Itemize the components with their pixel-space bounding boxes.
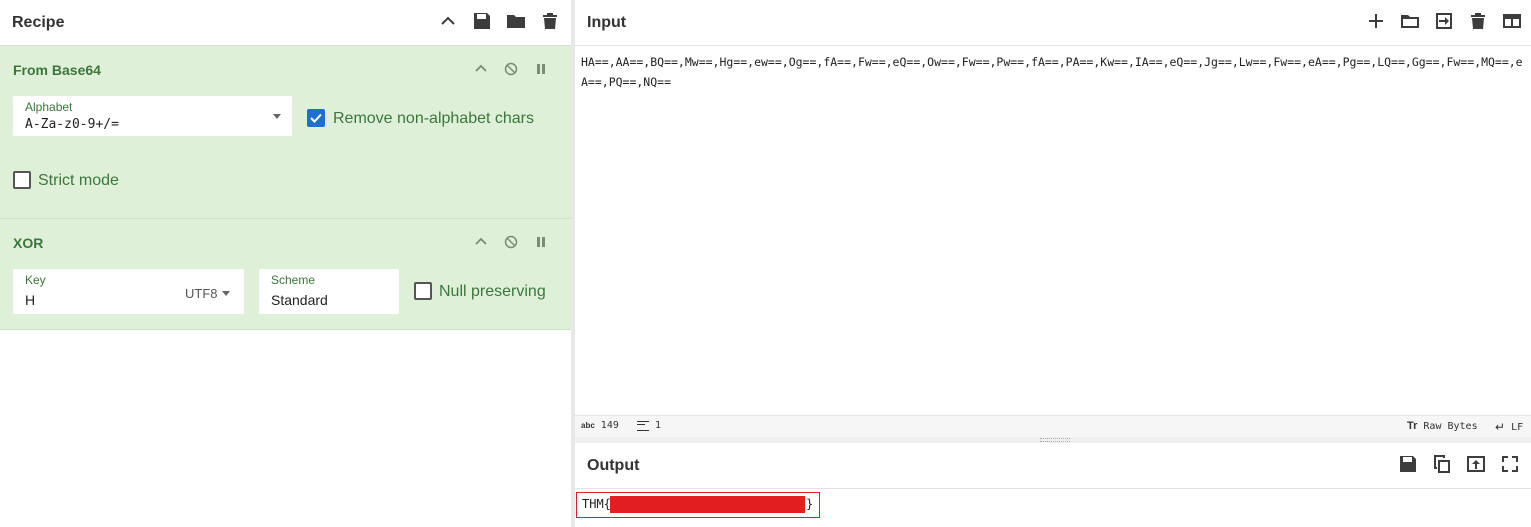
chevron-down-icon[interactable] [222, 291, 230, 296]
input-lines: 1 [655, 420, 662, 431]
scheme-field[interactable]: Scheme Standard [259, 269, 399, 314]
operation-xor[interactable]: XOR Key H UTF8 Scheme Standard Null pres… [0, 219, 571, 330]
key-value: H [25, 292, 36, 308]
disable-icon[interactable] [503, 61, 519, 77]
input-title: Input [587, 14, 627, 31]
key-field[interactable]: Key H UTF8 [13, 269, 244, 314]
output-header: Output [575, 443, 1531, 489]
import-icon[interactable] [1433, 10, 1455, 32]
disable-icon[interactable] [503, 234, 519, 250]
chevron-down-icon[interactable] [273, 114, 281, 119]
output-textarea[interactable]: THM{ } [576, 492, 820, 518]
operation-from-base64[interactable]: From Base64 Alphabet A-Za-z0-9+/= Remove… [0, 46, 571, 219]
pause-icon[interactable] [533, 234, 549, 250]
input-textarea[interactable]: HA==,AA==,BQ==,Mw==,Hg==,ew==,Og==,fA==,… [581, 52, 1525, 92]
key-label: Key [25, 273, 46, 287]
strict-mode-checkbox[interactable] [13, 171, 31, 189]
eol-button[interactable]: ↵ LF [1495, 420, 1523, 434]
recipe-pane: Recipe From Base64 Alphabet A-Za-z0-9+/=… [0, 0, 571, 527]
null-preserving-label: Null preserving [439, 283, 546, 300]
input-length: 149 [600, 420, 619, 431]
operation-title: From Base64 [13, 62, 101, 78]
output-prefix: THM{ [582, 497, 611, 511]
redaction-bar [610, 496, 805, 513]
copy-icon[interactable] [1431, 453, 1453, 475]
pause-icon[interactable] [533, 61, 549, 77]
folder-icon[interactable] [1399, 10, 1421, 32]
chevron-up-icon[interactable] [473, 234, 489, 250]
chevron-up-icon[interactable] [437, 10, 459, 32]
output-title: Output [587, 457, 640, 474]
remove-non-alphabet-checkbox[interactable] [307, 109, 325, 127]
input-status-bar: abc 149 1 Tr Raw Bytes ↵ LF [575, 415, 1531, 437]
null-preserving-checkbox[interactable] [414, 282, 432, 300]
alphabet-label: Alphabet [25, 100, 73, 114]
text-type-icon: Tr [1407, 420, 1418, 432]
recipe-header: Recipe [0, 0, 571, 46]
save-icon[interactable] [471, 10, 493, 32]
input-header: Input [575, 0, 1531, 46]
alphabet-value: A-Za-z0-9+/= [25, 117, 119, 132]
replace-input-icon[interactable] [1465, 453, 1487, 475]
key-encoding-select[interactable]: UTF8 [185, 286, 218, 301]
layout-icon[interactable] [1501, 10, 1523, 32]
strict-mode-label: Strict mode [38, 172, 119, 189]
chevron-up-icon[interactable] [473, 61, 489, 77]
plus-icon[interactable] [1365, 10, 1387, 32]
save-icon[interactable] [1397, 453, 1419, 475]
maximize-icon[interactable] [1499, 453, 1521, 475]
input-pane: Input HA==,AA==,BQ==,Mw==,Hg==,ew==,Og==… [575, 0, 1531, 437]
scheme-value: Standard [271, 292, 328, 308]
trash-icon[interactable] [1467, 10, 1489, 32]
operation-title: XOR [13, 235, 44, 251]
remove-non-alphabet-label: Remove non-alphabet chars [333, 110, 535, 127]
trash-icon[interactable] [539, 10, 561, 32]
output-pane: Output THM{ } [575, 443, 1531, 527]
output-suffix: } [806, 497, 814, 511]
length-icon: abc [581, 421, 595, 430]
chr-encoding-button[interactable]: Tr Raw Bytes [1407, 420, 1478, 432]
eol-value: LF [1511, 421, 1524, 433]
chr-encoding: Raw Bytes [1423, 420, 1478, 432]
recipe-title: Recipe [12, 14, 65, 31]
return-arrow-icon: ↵ [1495, 420, 1506, 434]
folder-icon[interactable] [505, 10, 527, 32]
scheme-label: Scheme [271, 273, 316, 287]
lines-icon [637, 420, 649, 431]
alphabet-field[interactable]: Alphabet A-Za-z0-9+/= [13, 96, 292, 136]
